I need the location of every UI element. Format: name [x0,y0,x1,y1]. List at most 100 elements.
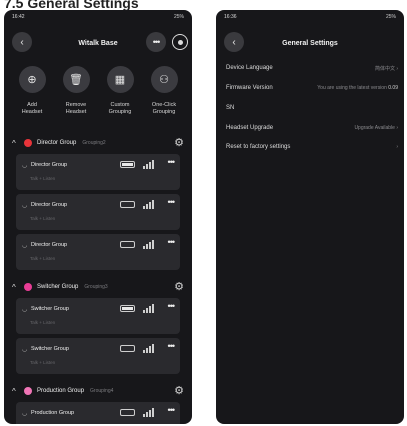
action-button[interactable]: ▦ [106,66,134,93]
target-icon [177,39,183,45]
group-header[interactable]: ^ Production Group Grouping4 ⚙ [4,383,192,399]
action-people[interactable]: ⚇ One-Click Grouping [144,66,184,132]
battery-icon [120,345,135,352]
chevron-up-icon[interactable]: ^ [12,139,22,148]
setting-row[interactable]: Device Language 简体中文 › [226,62,398,74]
witalk-base-screen: 16:42 25% ‹ Witalk Base ••• ⊕ Add Headset 🗑… [4,10,192,424]
more-icon[interactable]: ••• [168,197,176,207]
trash-icon: 🗑 [69,74,83,86]
action-label: Custom Grouping [108,102,132,115]
setting-row[interactable]: SN [226,102,398,114]
signal-icon [143,408,157,417]
chevron-left-icon: ‹ [20,36,24,48]
action-button[interactable]: ⊕ [18,66,46,93]
action-button[interactable]: ⚇ [150,66,178,93]
headset-mode: Talk + Listen [30,360,56,365]
headset-mode: Talk + Listen [30,320,56,325]
chevron-left-icon: ‹ [232,36,236,48]
setting-value: › [396,144,398,150]
group-name: Production Group [37,388,85,394]
battery-icon [120,305,135,312]
headset-card[interactable]: ◡ Switcher Group Talk + Listen ••• [16,298,180,334]
setting-value: 简体中文 › [374,65,398,72]
target-button[interactable] [172,34,188,50]
action-grid[interactable]: ▦ Custom Grouping [100,66,140,132]
headset-icon: ◡ [22,242,28,249]
setting-label: SN [226,105,235,111]
group-name: Switcher Group [37,284,79,290]
gear-icon[interactable]: ⚙ [174,384,184,397]
status-bar: 16:36 25% [216,10,404,24]
chevron-up-icon[interactable]: ^ [12,387,22,396]
top-bar: ‹ General Settings [216,28,404,58]
setting-label: Reset to factory settings [226,144,291,150]
signal-icon [143,304,157,313]
more-icon[interactable]: ••• [168,405,176,415]
more-icon[interactable]: ••• [168,237,176,247]
action-label: One-Click Grouping [151,102,177,115]
page-title: Witalk Base [78,39,118,47]
action-bar: ⊕ Add Headset 🗑 Remove Headset ▦ Custom Grouping… [4,66,192,132]
battery-icon [120,201,135,208]
setting-row[interactable]: Firmware Version You are using the latest… [226,82,398,94]
headset-icon: ◡ [22,410,28,417]
status-time: 16:42 [12,14,25,20]
action-plus-square[interactable]: ⊕ Add Headset [12,66,52,132]
headset-name: Director Group [31,202,68,208]
general-settings-screen: 16:36 25% ‹ General Settings Device Lang… [216,10,404,424]
more-icon[interactable]: ••• [168,341,176,351]
people-icon: ⚇ [159,74,169,86]
chevron-up-icon[interactable]: ^ [12,283,22,292]
status-battery: 25% [173,14,184,20]
group-header[interactable]: ^ Director Group Grouping2 ⚙ [4,135,192,151]
status-bar: 16:42 25% [4,10,192,24]
back-button[interactable]: ‹ [12,32,32,52]
setting-label: Headset Upgrade [226,125,274,131]
setting-row[interactable]: Headset Upgrade Upgrade Available › [226,122,398,134]
more-button[interactable]: ••• [146,32,166,52]
action-button[interactable]: 🗑 [62,66,90,93]
group-subtitle: Grouping3 [84,284,108,290]
group-color-dot [24,139,32,147]
setting-label: Device Language [226,65,273,71]
action-trash[interactable]: 🗑 Remove Headset [56,66,96,132]
back-button[interactable]: ‹ [224,32,244,52]
headset-card[interactable]: ◡Production GroupTalk + Listen••• [16,402,180,424]
group-color-dot [24,283,32,291]
more-icon: ••• [152,37,161,47]
headset-card[interactable]: ◡ Director Group Talk + Listen ••• [16,194,180,230]
top-bar: ‹ Witalk Base ••• [4,28,192,58]
setting-row[interactable]: Reset to factory settings › [226,141,398,153]
headset-card[interactable]: ◡ Switcher Group Talk + Listen ••• [16,338,180,374]
headset-name: Switcher Group [31,346,69,352]
setting-value: Upgrade Available › [354,125,398,131]
grid-icon: ▦ [114,74,126,86]
group-subtitle: Grouping4 [90,388,114,394]
headset-mode: Talk + Listen [30,176,56,181]
group-name: Director Group [37,140,77,146]
more-icon[interactable]: ••• [168,157,176,167]
action-label: Remove Headset [65,102,87,115]
headset-icon: ◡ [22,346,28,353]
signal-icon [143,200,157,209]
headset-name: Director Group [31,162,68,168]
battery-icon [120,409,135,416]
gear-icon[interactable]: ⚙ [174,136,184,149]
signal-icon [143,160,157,169]
group-subtitle: Grouping2 [82,140,106,146]
gear-icon[interactable]: ⚙ [174,280,184,293]
group-header[interactable]: ^ Switcher Group Grouping3 ⚙ [4,279,192,295]
headset-icon: ◡ [22,202,28,209]
setting-label: Firmware Version [226,85,273,91]
headset-icon: ◡ [22,162,28,169]
status-battery: 25% [385,14,396,20]
status-time: 16:36 [224,14,237,20]
headset-card[interactable]: ◡ Director Group Talk + Listen ••• [16,234,180,270]
headset-mode: Talk + Listen [30,216,56,221]
headset-name: Production Group [31,410,75,416]
action-label: Add Headset [21,102,43,115]
signal-icon [143,240,157,249]
headset-card[interactable]: ◡ Director Group Talk + Listen ••• [16,154,180,190]
more-icon[interactable]: ••• [168,301,176,311]
page-title: General Settings [282,39,338,47]
